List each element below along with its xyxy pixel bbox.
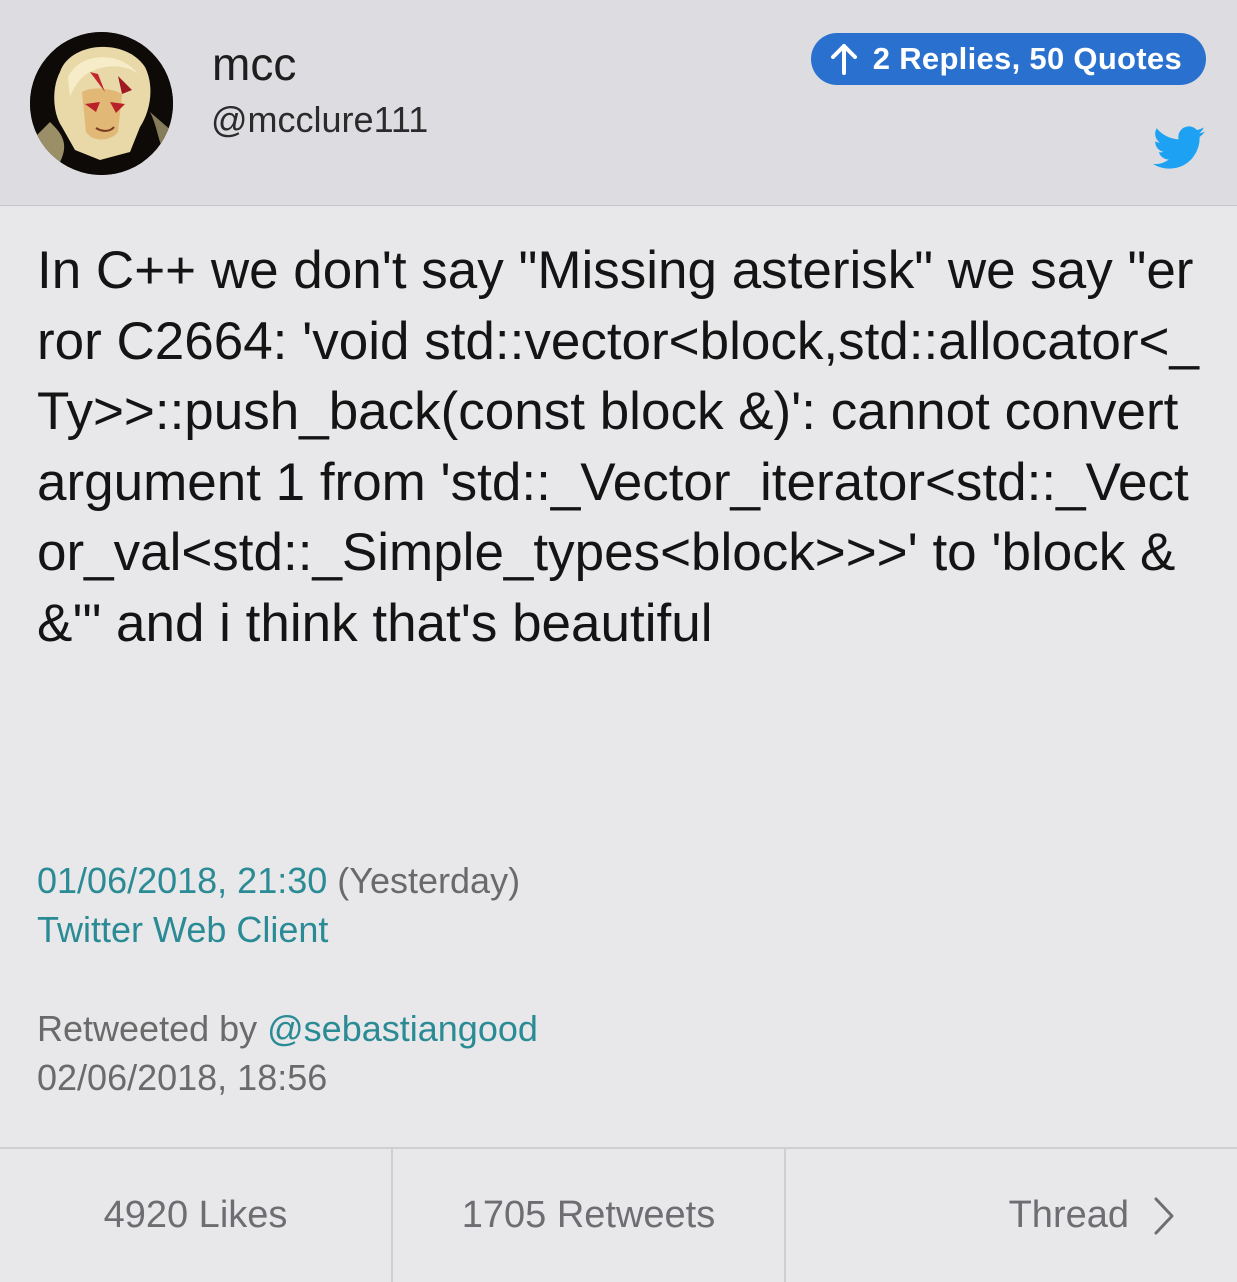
likes-button[interactable]: 4920 Likes	[0, 1149, 391, 1282]
tweet-text: In C++ we don't say "Missing asterisk" w…	[37, 241, 1199, 653]
retweet-info: Retweeted by @sebastiangood 02/06/2018, …	[37, 1004, 538, 1102]
retweet-user[interactable]: @sebastiangood	[267, 1008, 538, 1049]
avatar[interactable]	[30, 32, 173, 175]
tweet-actions-bar: 4920 Likes 1705 Retweets Thread	[0, 1147, 1237, 1282]
thread-label: Thread	[1008, 1194, 1129, 1236]
tweet-relative-date: (Yesterday)	[337, 860, 521, 901]
chevron-right-icon	[1154, 1197, 1174, 1234]
tweet-header: mcc @mcclure111 2 Replies, 50 Quotes	[0, 0, 1237, 206]
replies-quotes-button[interactable]: 2 Replies, 50 Quotes	[810, 33, 1206, 85]
user-handle[interactable]: @mcclure111	[211, 96, 428, 144]
arrow-up-icon	[830, 44, 857, 75]
tweet-client[interactable]: Twitter Web Client	[37, 905, 520, 954]
retweets-label: 1705 Retweets	[461, 1194, 716, 1236]
twitter-bird-icon[interactable]	[1153, 126, 1205, 170]
tweet-meta: 01/06/2018, 21:30 (Yesterday) Twitter We…	[37, 856, 520, 954]
thread-button[interactable]: Thread	[784, 1149, 1237, 1282]
retweets-button[interactable]: 1705 Retweets	[391, 1149, 784, 1282]
display-name[interactable]: mcc	[212, 36, 296, 92]
likes-label: 4920 Likes	[103, 1194, 288, 1236]
retweet-prefix: Retweeted by	[37, 1008, 268, 1049]
anime-character-avatar-icon	[30, 32, 173, 175]
tweet-date[interactable]: 01/06/2018, 21:30	[37, 860, 327, 901]
retweet-date: 02/06/2018, 18:56	[37, 1057, 328, 1098]
replies-quotes-label: 2 Replies, 50 Quotes	[872, 41, 1182, 76]
